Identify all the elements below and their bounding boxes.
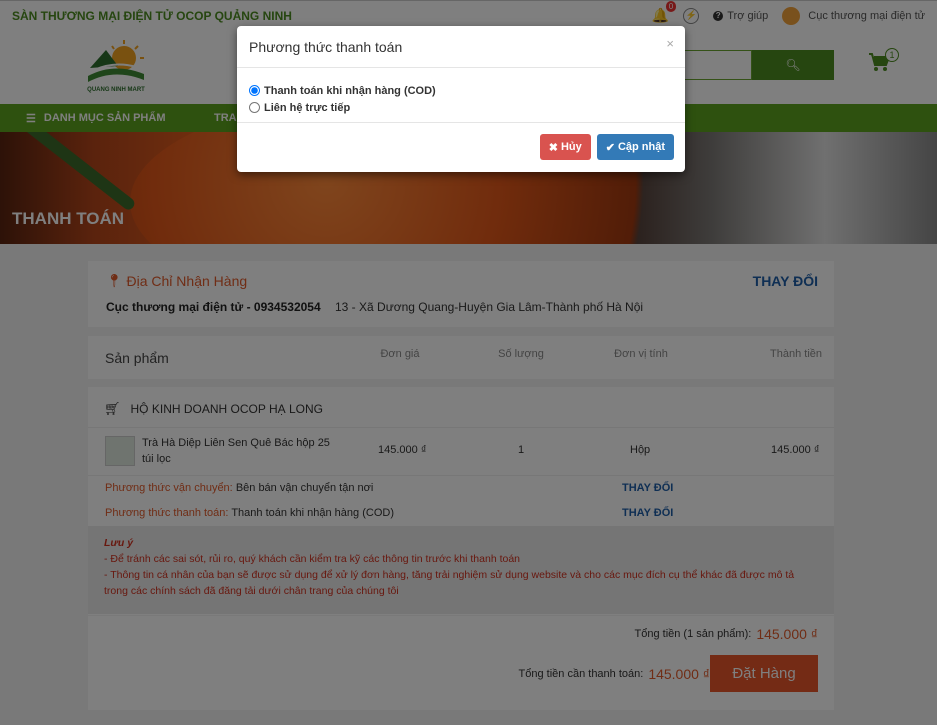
update-label: Cập nhật [617,141,665,153]
modal-close-icon[interactable]: × [666,36,674,51]
check-icon: ✔ [605,141,615,154]
cancel-button[interactable]: ✖ Hủy [539,134,591,160]
cod-label: Thanh toán khi nhận hàng (COD) [264,84,436,97]
modal-footer: ✖ Hủy ✔ Cập nhật [534,134,674,160]
modal-body: Thanh toán khi nhận hàng (COD) Liên hệ t… [237,68,685,123]
close-icon: ✖ [548,141,558,154]
cod-radio[interactable] [249,85,260,96]
payment-method-modal: Phương thức thanh toán × Thanh toán khi … [237,26,685,172]
contact-label: Liên hệ trực tiếp [264,101,351,114]
cancel-label: Hủy [560,141,582,153]
payment-option-cod[interactable]: Thanh toán khi nhận hàng (COD) [249,82,673,99]
payment-option-contact[interactable]: Liên hệ trực tiếp [249,99,673,116]
update-button[interactable]: ✔ Cập nhật [596,134,674,160]
modal-title: Phương thức thanh toán [237,26,685,68]
contact-radio[interactable] [249,102,260,113]
